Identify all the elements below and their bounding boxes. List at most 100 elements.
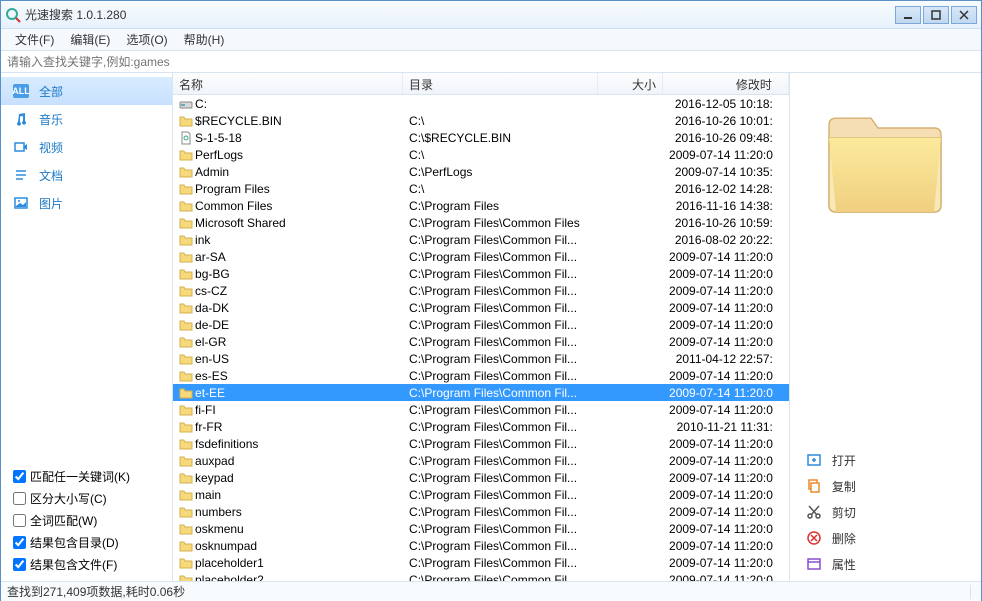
table-row[interactable]: et-EEC:\Program Files\Common Fil...2009-… [173,384,789,401]
table-body[interactable]: C: 2016-12-05 10:18:$RECYCLE.BINC:\2016-1… [173,95,789,581]
action-copy[interactable]: 复制 [790,473,981,499]
folder-icon [179,267,193,281]
table-row[interactable]: Common FilesC:\Program Files2016-11-16 1… [173,197,789,214]
menu-edit[interactable]: 编辑(E) [62,29,118,50]
row-dir: C:\Program Files\Common Fil... [403,437,598,451]
folder-icon [179,199,193,213]
row-dir: C:\Program Files\Common Fil... [403,233,598,247]
folder-icon [179,437,193,451]
option-checkbox[interactable] [13,470,26,483]
sidebar-category[interactable]: 图片 [1,189,172,217]
table-row[interactable]: ar-SAC:\Program Files\Common Fil...2009-… [173,248,789,265]
action-open[interactable]: 打开 [790,447,981,473]
row-name: en-US [195,352,229,366]
sidebar-category[interactable]: ALL全部 [1,77,172,105]
folder-icon [179,386,193,400]
row-name: Admin [195,165,229,179]
table-row[interactable]: fsdefinitionsC:\Program Files\Common Fil… [173,435,789,452]
sidebar-category[interactable]: 音乐 [1,105,172,133]
row-mtime: 2009-07-14 11:20:0 [663,471,789,485]
row-name: oskmenu [195,522,244,536]
table-row[interactable]: en-USC:\Program Files\Common Fil...2011-… [173,350,789,367]
sidebar-category[interactable]: 文档 [1,161,172,189]
table-row[interactable]: AdminC:\PerfLogs2009-07-14 10:35: [173,163,789,180]
row-dir: C:\Program Files\Common Fil... [403,522,598,536]
table-row[interactable]: fi-FIC:\Program Files\Common Fil...2009-… [173,401,789,418]
column-name[interactable]: 名称 [173,73,403,94]
sidebar-option[interactable]: 结果包含目录(D) [13,531,160,553]
table-row[interactable]: mainC:\Program Files\Common Fil...2009-0… [173,486,789,503]
sidebar-option[interactable]: 结果包含文件(F) [13,553,160,575]
folder-icon [179,318,193,332]
row-mtime: 2009-07-14 11:20:0 [663,318,789,332]
folder-icon [179,573,193,582]
row-mtime: 2016-10-26 10:59: [663,216,789,230]
row-name: main [195,488,221,502]
table-header: 名称 目录 大小 修改时 [173,73,789,95]
row-dir: C:\Program Files\Common Fil... [403,403,598,417]
table-row[interactable]: Microsoft SharedC:\Program Files\Common … [173,214,789,231]
row-name: S-1-5-18 [195,131,242,145]
menu-options[interactable]: 选项(O) [118,29,175,50]
sidebar-option[interactable]: 区分大小写(C) [13,487,160,509]
row-dir: C:\Program Files\Common Fil... [403,267,598,281]
table-row[interactable]: oskmenu C:\Program Files\Common Fil... 200… [173,520,789,537]
table-row[interactable]: numbersC:\Program Files\Common Fil...200… [173,503,789,520]
sidebar-category[interactable]: 视频 [1,133,172,161]
row-name: C: [195,97,207,111]
table-row[interactable]: keypadC:\Program Files\Common Fil...2009… [173,469,789,486]
maximize-button[interactable] [923,6,949,24]
column-dir[interactable]: 目录 [403,73,598,94]
search-input[interactable] [1,51,981,72]
folder-icon [179,301,193,315]
menu-help[interactable]: 帮助(H) [176,29,233,50]
table-row[interactable]: bg-BGC:\Program Files\Common Fil...2009-… [173,265,789,282]
action-props[interactable]: 属性 [790,551,981,577]
table-row[interactable]: placeholder1C:\Program Files\Common Fil.… [173,554,789,571]
action-delete[interactable]: 删除 [790,525,981,551]
table-row[interactable]: inkC:\Program Files\Common Fil...2016-08… [173,231,789,248]
table-row[interactable]: osknumpadC:\Program Files\Common Fil...2… [173,537,789,554]
row-name: fi-FI [195,403,216,417]
table-row[interactable]: Program FilesC:\2016-12-02 14:28: [173,180,789,197]
option-checkbox[interactable] [13,536,26,549]
minimize-button[interactable] [895,6,921,24]
row-name: es-ES [195,369,228,383]
table-row[interactable]: auxpadC:\Program Files\Common Fil...2009… [173,452,789,469]
close-button[interactable] [951,6,977,24]
sidebar-option[interactable]: 全词匹配(W) [13,509,160,531]
folder-icon [179,369,193,383]
row-mtime: 2016-10-26 10:01: [663,114,789,128]
menu-file[interactable]: 文件(F) [7,29,62,50]
folder-icon [179,454,193,468]
row-name: numbers [195,505,242,519]
table-row[interactable]: de-DEC:\Program Files\Common Fil...2009-… [173,316,789,333]
table-row[interactable]: C: 2016-12-05 10:18: [173,95,789,112]
row-name: ar-SA [195,250,226,264]
table-row[interactable]: el-GRC:\Program Files\Common Fil...2009-… [173,333,789,350]
sidebar-option[interactable]: 匹配任一关键词(K) [13,465,160,487]
column-size[interactable]: 大小 [598,73,663,94]
row-mtime: 2009-07-14 11:20:0 [663,437,789,451]
row-mtime: 2009-07-14 11:20:0 [663,522,789,536]
table-row[interactable]: S-1-5-18C:\$RECYCLE.BIN2016-10-26 09:48: [173,129,789,146]
row-mtime: 2016-12-05 10:18: [663,97,789,111]
action-cut[interactable]: 剪切 [790,499,981,525]
table-row[interactable]: placeholder2C:\Program Files\Common Fil.… [173,571,789,581]
table-row[interactable]: cs-CZC:\Program Files\Common Fil...2009-… [173,282,789,299]
option-checkbox[interactable] [13,558,26,571]
column-mtime[interactable]: 修改时 [663,73,789,94]
row-dir: C:\Program Files\Common Fil... [403,335,598,349]
row-dir: C:\$RECYCLE.BIN [403,131,598,145]
table-row[interactable]: PerfLogsC:\2009-07-14 11:20:0 [173,146,789,163]
table-row[interactable]: da-DKC:\Program Files\Common Fil...2009-… [173,299,789,316]
row-name: cs-CZ [195,284,227,298]
table-row[interactable]: fr-FRC:\Program Files\Common Fil...2010-… [173,418,789,435]
table-row[interactable]: $RECYCLE.BINC:\2016-10-26 10:01: [173,112,789,129]
folder-preview-icon [815,93,955,233]
option-checkbox[interactable] [13,514,26,527]
table-row[interactable]: es-ESC:\Program Files\Common Fil...2009-… [173,367,789,384]
row-dir: C:\Program Files\Common Fil... [403,556,598,570]
row-mtime: 2009-07-14 10:35: [663,165,789,179]
option-checkbox[interactable] [13,492,26,505]
